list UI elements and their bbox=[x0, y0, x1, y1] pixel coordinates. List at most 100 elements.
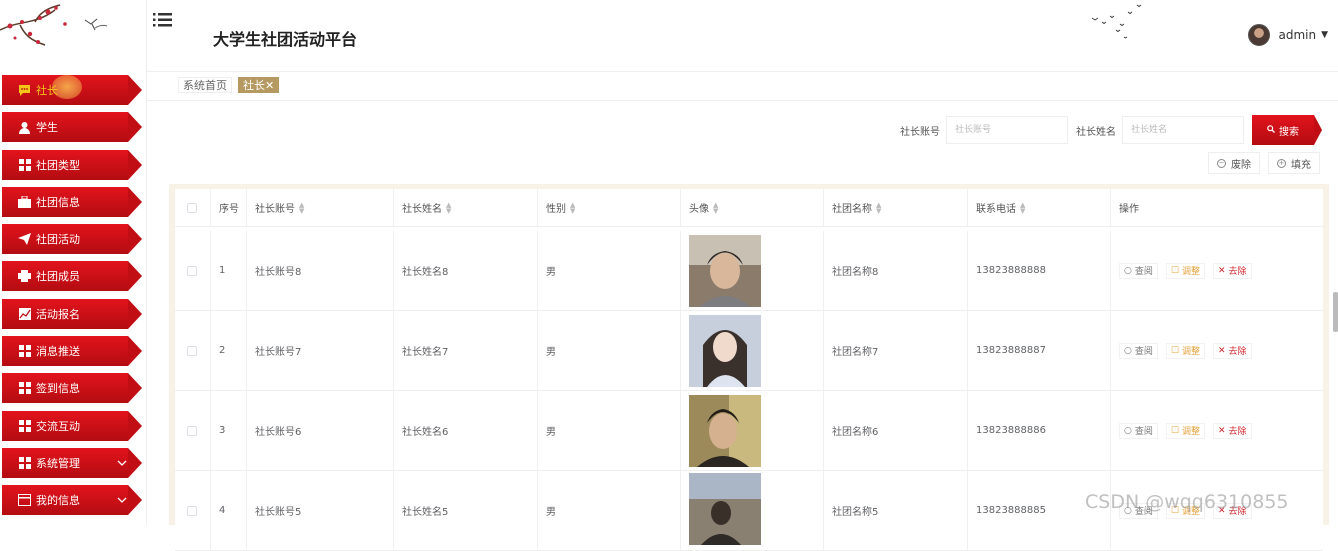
sidebar-item-club-type[interactable]: 社团类型 bbox=[2, 149, 143, 180]
club-name: 社团名称7 bbox=[824, 311, 968, 390]
sidebar-item-interaction[interactable]: 交流互动 bbox=[2, 410, 143, 441]
sidebar-item-signup[interactable]: 活动报名 bbox=[2, 298, 143, 329]
president-account: 社长账号6 bbox=[247, 391, 394, 470]
column-header[interactable]: 社团名称 ▲ ▼ bbox=[824, 189, 968, 226]
row-index: 4 bbox=[211, 471, 247, 550]
sidebar-item-club-info[interactable]: 社团信息 bbox=[2, 186, 143, 217]
avatar-photo[interactable] bbox=[689, 394, 761, 467]
menu-toggle-icon[interactable] bbox=[153, 12, 173, 28]
avatar-cell bbox=[681, 311, 824, 390]
club-name: 社团名称5 bbox=[824, 471, 968, 550]
row-checkbox[interactable] bbox=[175, 471, 211, 550]
page-title: 大学生社团活动平台 bbox=[213, 30, 358, 49]
president-name: 社长姓名6 bbox=[394, 391, 538, 470]
search-icon: ○ bbox=[1124, 265, 1132, 276]
column-header[interactable]: 头像 ▲ ▼ bbox=[681, 189, 824, 226]
row-checkbox[interactable] bbox=[175, 391, 211, 470]
delete-row-button[interactable]: ✕ 去除 bbox=[1212, 342, 1252, 359]
column-header[interactable]: 社长姓名 ▲ ▼ bbox=[394, 189, 538, 226]
president-account: 社长账号8 bbox=[247, 231, 394, 310]
card-icon bbox=[18, 494, 31, 507]
phone: 13823888888 bbox=[968, 231, 1111, 310]
name-label: 社长姓名 bbox=[1076, 126, 1116, 138]
select-all-checkbox[interactable] bbox=[175, 189, 211, 226]
chart-icon bbox=[18, 307, 31, 320]
grid-icon bbox=[18, 382, 31, 395]
edit-button[interactable]: ☐ 调整 bbox=[1165, 342, 1205, 359]
sidebar-item-label: 活动报名 bbox=[36, 307, 80, 321]
watermark: CSDN @wqq6310855 bbox=[1085, 491, 1289, 513]
grid-icon bbox=[18, 419, 31, 432]
sidebar-item-label: 社团信息 bbox=[36, 195, 80, 209]
send-icon bbox=[18, 233, 31, 246]
avatar-photo[interactable] bbox=[689, 473, 761, 545]
account-label: 社长账号 bbox=[900, 126, 940, 138]
avatar-cell bbox=[681, 471, 824, 550]
table-row: 1 社长账号8 社长姓名8 男 社团名称8 13823888888 ○ 查阅 ☐ 调… bbox=[175, 231, 1323, 311]
name-search-input[interactable]: 社长姓名 bbox=[1122, 116, 1244, 144]
view-button[interactable]: ○ 查阅 bbox=[1119, 262, 1158, 279]
account-search-input[interactable]: 社长账号 bbox=[946, 116, 1068, 144]
column-header[interactable]: 联系电话 ▲ ▼ bbox=[968, 189, 1111, 226]
gender: 男 bbox=[538, 231, 681, 310]
avatar-cell bbox=[681, 391, 824, 470]
avatar-photo[interactable] bbox=[689, 314, 761, 387]
sidebar-item-label: 社团活动 bbox=[36, 233, 80, 247]
column-header[interactable]: 性别 ▲ ▼ bbox=[538, 189, 681, 226]
edit-button[interactable]: ☐ 调整 bbox=[1165, 422, 1205, 439]
sidebar-item-president[interactable]: 社长 bbox=[2, 75, 143, 105]
tab-home[interactable]: 系统首页 bbox=[178, 77, 232, 93]
club-name: 社团名称8 bbox=[824, 231, 968, 310]
view-button[interactable]: ○ 查阅 bbox=[1119, 342, 1158, 359]
birds-decoration bbox=[1082, 2, 1152, 47]
sort-icon: ▲ ▼ bbox=[446, 200, 452, 215]
sidebar-item-system[interactable]: 系统管理 bbox=[2, 447, 143, 478]
edit-button[interactable]: ☐ 调整 bbox=[1165, 262, 1205, 279]
delete-row-button[interactable]: ✕ 去除 bbox=[1212, 422, 1252, 439]
plus-circle-icon: + bbox=[1277, 158, 1286, 168]
close-icon: ✕ bbox=[1217, 265, 1226, 276]
sidebar-item-checkin[interactable]: 签到信息 bbox=[2, 373, 143, 404]
sidebar-item-club-member[interactable]: 社团成员 bbox=[2, 261, 143, 292]
grid-icon bbox=[18, 345, 31, 358]
tab-bar: 系统首页 社长✕ bbox=[178, 77, 280, 93]
president-account: 社长账号7 bbox=[247, 311, 394, 390]
sort-icon: ▲ ▼ bbox=[713, 200, 719, 215]
president-name: 社长姓名7 bbox=[394, 311, 538, 390]
sidebar-item-my-info[interactable]: 我的信息 bbox=[2, 485, 143, 516]
user-menu[interactable]: admin ▼ bbox=[1248, 24, 1328, 46]
close-icon: ✕ bbox=[1217, 425, 1226, 436]
row-checkbox[interactable] bbox=[175, 231, 211, 310]
search-button[interactable]: 搜索 bbox=[1252, 115, 1322, 145]
row-checkbox[interactable] bbox=[175, 311, 211, 390]
president-account: 社长账号5 bbox=[247, 471, 394, 550]
column-header[interactable]: 社长账号 ▲ ▼ bbox=[247, 189, 394, 226]
search-icon: ○ bbox=[1124, 425, 1132, 436]
club-name: 社团名称6 bbox=[824, 391, 968, 470]
tab-president[interactable]: 社长✕ bbox=[238, 77, 280, 93]
username: admin bbox=[1278, 28, 1317, 42]
edit-icon: ☐ bbox=[1170, 265, 1179, 276]
president-name: 社长姓名5 bbox=[394, 471, 538, 550]
avatar-photo[interactable] bbox=[689, 234, 761, 307]
phone: 13823888886 bbox=[968, 391, 1111, 470]
sidebar-item-student[interactable]: 学生 bbox=[2, 112, 143, 143]
scrollbar[interactable] bbox=[1333, 292, 1338, 332]
sidebar-menu: 社长 学生 社团类型 社团信息 社团活动 社团成员 活动报名 消息推送 签到信息… bbox=[2, 75, 143, 523]
sidebar-item-label: 消息推送 bbox=[36, 345, 80, 359]
table-actions: − 废除 + 填充 bbox=[1208, 152, 1320, 174]
sidebar-item-club-activity[interactable]: 社团活动 bbox=[2, 224, 143, 255]
caret-down-icon: ▼ bbox=[1321, 30, 1328, 40]
sidebar: 社长 学生 社团类型 社团信息 社团活动 社团成员 活动报名 消息推送 签到信息… bbox=[0, 0, 147, 525]
row-operations: ○ 查阅 ☐ 调整 ✕ 去除 bbox=[1111, 391, 1323, 470]
edit-icon: ☐ bbox=[1170, 345, 1179, 356]
add-button[interactable]: + 填充 bbox=[1268, 152, 1320, 174]
delete-row-button[interactable]: ✕ 去除 bbox=[1212, 262, 1252, 279]
chevron-down-icon bbox=[117, 485, 127, 515]
sidebar-item-label: 社长 bbox=[36, 84, 58, 97]
delete-button[interactable]: − 废除 bbox=[1208, 152, 1260, 174]
sidebar-item-label: 社团成员 bbox=[36, 270, 80, 284]
view-button[interactable]: ○ 查阅 bbox=[1119, 422, 1158, 439]
sidebar-item-message[interactable]: 消息推送 bbox=[2, 336, 143, 367]
sort-icon: ▲ ▼ bbox=[1020, 200, 1026, 215]
